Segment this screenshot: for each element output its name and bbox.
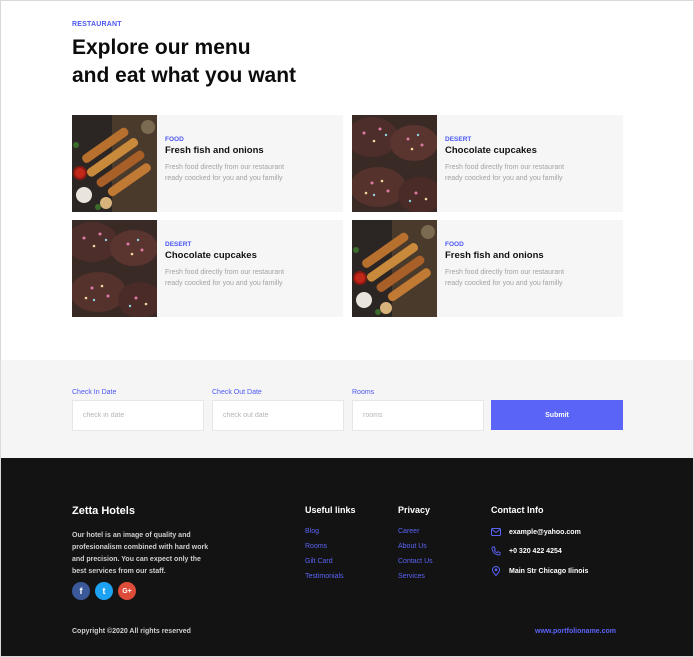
section-eyebrow: RESTAURANT <box>72 21 122 28</box>
menu-card[interactable]: FOOD Fresh fish and onions Fresh food di… <box>352 220 623 317</box>
footer-link-blog[interactable]: Blog <box>305 528 319 535</box>
card-title[interactable]: Chocolate cupcakes <box>165 250 257 261</box>
google-plus-icon[interactable]: G+ <box>118 582 136 600</box>
google-plus-glyph: G+ <box>122 587 132 595</box>
chocolate-cupcakes-image <box>352 115 437 212</box>
footer-link-gift-card[interactable]: Gilt Card <box>305 558 333 565</box>
card-description: Fresh food directly from our restaurant … <box>445 164 565 182</box>
footer-link-rooms[interactable]: Rooms <box>305 543 327 550</box>
rooms-input[interactable] <box>352 400 484 431</box>
contact-phone-text: +0 320 422 4254 <box>509 547 562 555</box>
footer-link-about-us[interactable]: About Us <box>398 543 427 550</box>
section-heading: Explore our menu and eat what you want <box>72 34 372 90</box>
checkin-label: Check In Date <box>72 389 117 396</box>
contact-phone[interactable]: +0 320 422 4254 <box>491 546 562 556</box>
twitter-icon[interactable]: t <box>95 582 113 600</box>
location-pin-icon <box>491 566 501 576</box>
card-description: Fresh food directly from our restaurant … <box>165 269 285 287</box>
card-category: DESERT <box>165 241 192 248</box>
contact-email[interactable]: example@yahoo.com <box>491 527 581 537</box>
useful-links-title: Useful links <box>305 505 356 515</box>
menu-card[interactable]: DESERT Chocolate cupcakes Fresh food dir… <box>72 220 343 317</box>
contact-email-text: example@yahoo.com <box>509 528 581 536</box>
twitter-glyph: t <box>102 586 106 596</box>
phone-icon <box>491 546 501 556</box>
card-category: DESERT <box>445 136 472 143</box>
heading-line-1: Explore our menu <box>72 36 251 59</box>
booking-form: Check In Date Check Out Date Rooms Submi… <box>1 360 693 458</box>
card-description: Fresh food directly from our restaurant … <box>165 164 285 182</box>
heading-line-2: and eat what you want <box>72 64 297 87</box>
skewers-platter-image <box>352 220 437 317</box>
card-title[interactable]: Fresh fish and onions <box>445 250 544 261</box>
footer: Zetta Hotels Our hotel is an image of qu… <box>1 458 693 656</box>
card-description: Fresh food directly from our restaurant … <box>445 269 565 287</box>
website-link[interactable]: www.portfolioname.com <box>535 628 616 635</box>
submit-button[interactable]: Submit <box>491 400 623 430</box>
footer-link-services[interactable]: Services <box>398 573 425 580</box>
menu-card[interactable]: DESERT Chocolate cupcakes Fresh food dir… <box>352 115 623 212</box>
footer-link-testimonials[interactable]: Testimonials <box>305 573 344 580</box>
footer-link-career[interactable]: Career <box>398 528 419 535</box>
checkout-label: Check Out Date <box>212 389 262 396</box>
page: RESTAURANT Explore our menu and eat what… <box>0 0 694 657</box>
footer-link-contact-us[interactable]: Contact Us <box>398 558 433 565</box>
copyright: Copyright ©2020 All rights reserved <box>72 628 191 635</box>
rooms-label: Rooms <box>352 389 375 396</box>
chocolate-cupcakes-image <box>72 220 157 317</box>
contact-address-text: Main Str Chicago Ilinois <box>509 567 589 575</box>
card-title[interactable]: Fresh fish and onions <box>165 145 264 156</box>
card-title[interactable]: Chocolate cupcakes <box>445 145 537 156</box>
footer-about: Our hotel is an image of quality and pro… <box>72 532 209 575</box>
footer-brand: Zetta Hotels <box>72 505 135 517</box>
privacy-title: Privacy <box>398 505 431 515</box>
contact-title: Contact Info <box>491 505 544 515</box>
menu-card[interactable]: FOOD Fresh fish and onions Fresh food di… <box>72 115 343 212</box>
card-category: FOOD <box>445 241 464 248</box>
facebook-icon[interactable]: f <box>72 582 90 600</box>
checkin-date-input[interactable] <box>72 400 204 431</box>
card-category: FOOD <box>165 136 184 143</box>
skewers-platter-image <box>72 115 157 212</box>
facebook-glyph: f <box>79 586 83 596</box>
contact-address[interactable]: Main Str Chicago Ilinois <box>491 566 588 576</box>
checkout-date-input[interactable] <box>212 400 344 431</box>
mail-icon <box>491 527 501 537</box>
